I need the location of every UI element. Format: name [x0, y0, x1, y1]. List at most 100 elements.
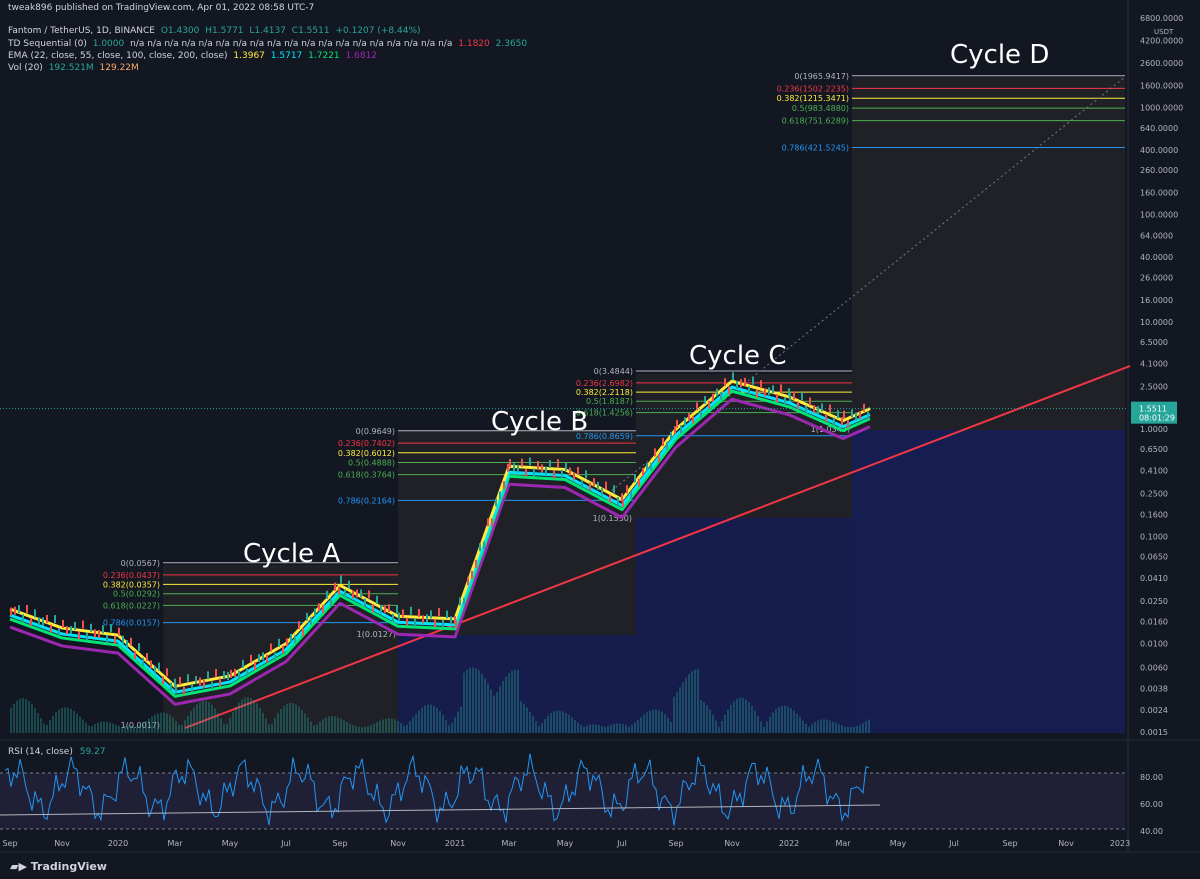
volume-bar: [796, 713, 798, 733]
candle: [396, 605, 398, 614]
volume-bar: [637, 719, 639, 733]
volume-bar: [775, 709, 777, 733]
volume-bar: [436, 707, 438, 733]
candle: [360, 589, 362, 598]
volume-bar: [349, 723, 351, 733]
candle: [499, 491, 501, 500]
volume-bar: [103, 721, 105, 733]
candle: [630, 491, 632, 500]
time-tick-label: Sep: [332, 839, 347, 848]
candle: [513, 463, 515, 472]
volume-bar: [865, 721, 867, 733]
candle: [724, 378, 726, 387]
volume-bar: [343, 720, 345, 733]
volume-bar: [97, 722, 99, 733]
volume-bar: [406, 724, 408, 733]
volume-bar: [583, 726, 585, 733]
volume-bar: [670, 721, 672, 733]
volume-bar: [832, 721, 834, 733]
volume-bar: [649, 710, 651, 733]
volume-bar: [658, 710, 660, 733]
volume-bar: [313, 725, 315, 733]
volume-bar: [802, 720, 804, 733]
volume-bar: [502, 680, 504, 733]
volume-bar: [445, 720, 447, 733]
volume-bar: [214, 708, 216, 733]
candle: [344, 589, 346, 598]
candle: [294, 634, 296, 643]
candle: [46, 614, 48, 623]
candle: [134, 651, 136, 660]
candle: [306, 612, 308, 621]
candle: [388, 604, 390, 613]
rsi-label[interactable]: RSI (14, close): [8, 747, 73, 757]
candle: [66, 626, 68, 635]
fib-b-label: 0(0.9649): [356, 427, 395, 436]
volume-bar: [118, 725, 120, 733]
candle: [495, 498, 497, 507]
price-tick-label: 0.0160: [1140, 618, 1168, 627]
candle: [772, 385, 774, 394]
candle: [732, 372, 734, 381]
volume-bar: [721, 720, 723, 733]
volume-bar: [718, 726, 720, 733]
volume-bar: [358, 726, 360, 733]
volume-bar: [247, 697, 249, 733]
volume-bar: [712, 714, 714, 733]
volume-bar: [625, 725, 627, 733]
volume-bar: [748, 702, 750, 733]
candle: [175, 684, 177, 693]
candle: [406, 617, 408, 626]
volume-bar: [424, 705, 426, 733]
candle: [521, 458, 523, 467]
volume-bar: [55, 712, 57, 733]
volume-bar: [127, 725, 129, 733]
price-tick-label: 0.0250: [1140, 597, 1168, 606]
volume-bar: [793, 710, 795, 733]
candle: [817, 406, 819, 415]
volume-bar: [16, 700, 18, 733]
volume-bar: [412, 717, 414, 733]
candle: [380, 605, 382, 614]
candle: [789, 393, 791, 402]
volume-bar: [568, 715, 570, 733]
volume-bar: [829, 720, 831, 733]
candle: [561, 469, 563, 478]
price-tick-label: 26.0000: [1140, 273, 1173, 282]
candle: [322, 604, 324, 613]
volume-bar: [91, 726, 93, 733]
volume-bar: [739, 697, 741, 733]
volume-bar: [283, 705, 285, 733]
candle: [207, 671, 209, 680]
tradingview-logo[interactable]: ▰▶ TradingView: [10, 860, 107, 873]
volume-bar: [616, 723, 618, 733]
time-tick-label: May: [557, 839, 574, 848]
volume-bar: [493, 695, 495, 733]
volume-bar: [163, 712, 165, 733]
fib-d-label: 0.5(983.4880): [792, 104, 849, 113]
volume-bar: [196, 704, 198, 733]
current-price: 1.5511: [1139, 405, 1167, 414]
volume-bar: [586, 725, 588, 733]
time-tick-label: Nov: [390, 839, 406, 848]
volume-bar: [571, 717, 573, 733]
volume-bar: [556, 710, 558, 733]
price-tick-label: 0.0650: [1140, 552, 1168, 561]
volume-bar: [784, 705, 786, 733]
volume-bar: [172, 717, 174, 733]
time-tick-label: Sep: [2, 839, 17, 848]
volume-bar: [448, 725, 450, 733]
price-chart[interactable]: 0(0.0567)0.236(0.0437)0.382(0.0357)0.5(0…: [0, 0, 1200, 879]
price-tick-label: 6800.0000: [1140, 14, 1183, 23]
candle: [166, 668, 168, 677]
candle: [426, 614, 428, 623]
volume-bar: [376, 722, 378, 733]
candle: [348, 580, 350, 589]
candle: [825, 413, 827, 422]
candle: [573, 472, 575, 481]
price-tick-label: 1.0000: [1140, 425, 1168, 434]
volume-bar: [292, 703, 294, 733]
volume-bar: [550, 713, 552, 733]
price-tick-label: 0.0410: [1140, 574, 1168, 583]
candle: [42, 617, 44, 626]
